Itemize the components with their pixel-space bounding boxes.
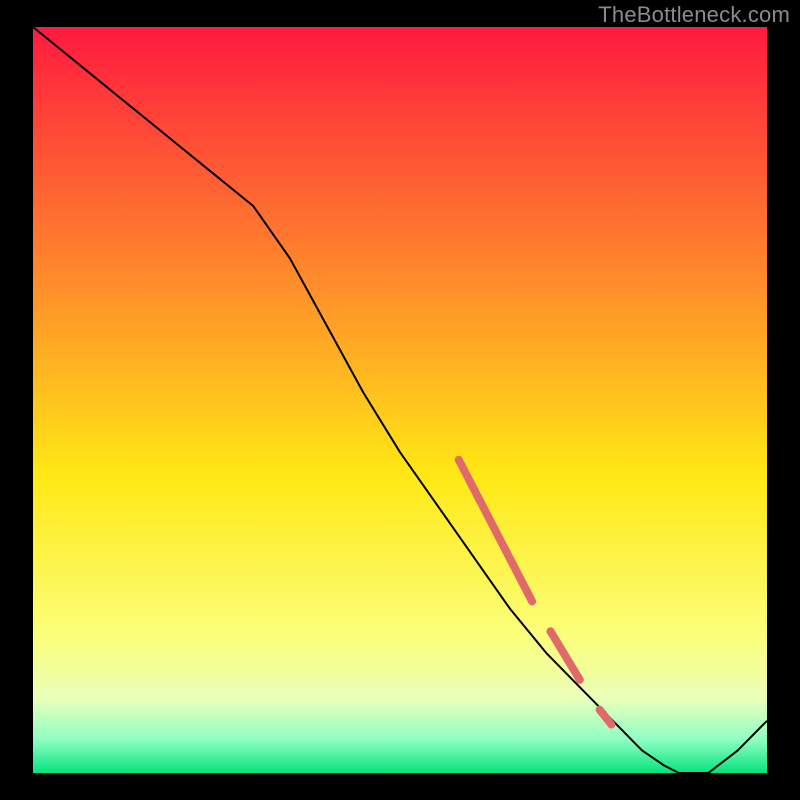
chart-root: TheBottleneck.com xyxy=(0,0,800,800)
chart-svg xyxy=(0,0,800,800)
plot-background xyxy=(33,27,767,773)
watermark-label: TheBottleneck.com xyxy=(598,2,790,28)
